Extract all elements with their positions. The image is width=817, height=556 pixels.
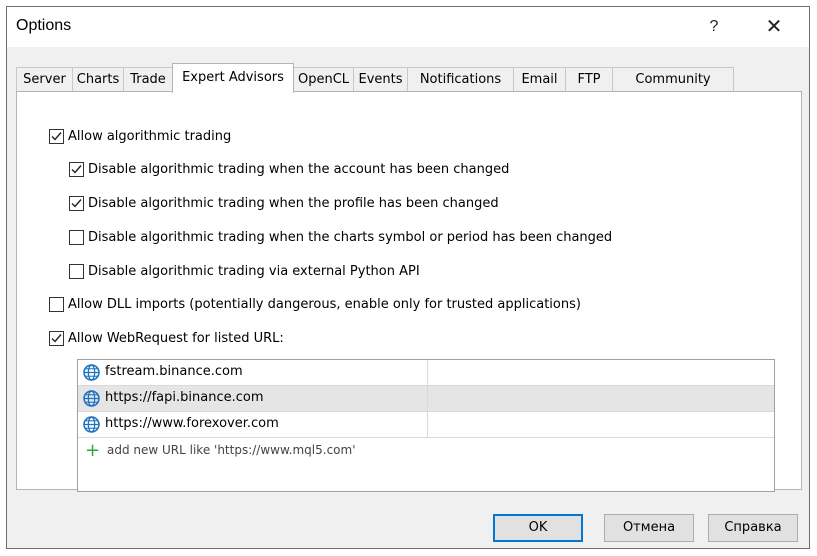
window-title: Options	[16, 17, 72, 34]
ok-button[interactable]: OK	[493, 514, 583, 542]
disable-on-profile-change-checkbox[interactable]	[69, 195, 84, 211]
url-list-item[interactable]: https://fapi.binance.com	[78, 386, 774, 412]
tab-server[interactable]: Server	[16, 67, 73, 91]
webrequest-url-list[interactable]: fstream.binance.com https://fapi.binance…	[77, 359, 775, 492]
allow-dll-imports-option[interactable]: Allow DLL imports (potentially dangerous…	[49, 294, 581, 314]
help-button[interactable]: Справка	[708, 514, 798, 542]
disable-on-profile-change-option[interactable]: Disable algorithmic trading when the pro…	[69, 193, 499, 213]
column-divider	[427, 360, 428, 385]
tab-charts[interactable]: Charts	[72, 67, 124, 91]
url-list-item[interactable]: https://www.forexover.com	[78, 412, 774, 438]
disable-on-profile-change-label: Disable algorithmic trading when the pro…	[88, 195, 499, 211]
disable-on-account-change-label: Disable algorithmic trading when the acc…	[88, 161, 510, 177]
allow-webrequest-checkbox[interactable]	[49, 330, 64, 346]
checkmark-icon	[71, 164, 82, 174]
tab-expert-advisors[interactable]: Expert Advisors	[172, 63, 294, 93]
cancel-button[interactable]: Отмена	[604, 514, 694, 542]
tab-community[interactable]: Community	[612, 67, 734, 91]
checkmark-icon	[51, 333, 62, 343]
allow-dll-imports-label: Allow DLL imports (potentially dangerous…	[68, 296, 581, 312]
globe-icon	[83, 416, 100, 433]
disable-python-api-checkbox[interactable]	[69, 263, 84, 279]
allow-algo-trading-checkbox[interactable]	[49, 128, 64, 144]
add-url-row[interactable]: + add new URL like 'https://www.mql5.com…	[78, 439, 774, 463]
allow-algo-trading-option[interactable]: Allow algorithmic trading	[49, 126, 231, 146]
allow-webrequest-option[interactable]: Allow WebRequest for listed URL:	[49, 328, 284, 348]
url-text: https://fapi.binance.com	[105, 390, 264, 405]
url-text: fstream.binance.com	[105, 364, 243, 379]
disable-on-symbol-change-option[interactable]: Disable algorithmic trading when the cha…	[69, 227, 612, 247]
tab-opencl[interactable]: OpenCL	[293, 67, 354, 91]
column-divider	[427, 412, 428, 437]
tab-trade[interactable]: Trade	[123, 67, 173, 91]
allow-webrequest-label: Allow WebRequest for listed URL:	[68, 330, 284, 346]
disable-python-api-label: Disable algorithmic trading via external…	[88, 263, 420, 279]
options-dialog: Options ? ✕ Server Charts Trade Expert A…	[6, 6, 810, 549]
disable-on-account-change-option[interactable]: Disable algorithmic trading when the acc…	[69, 159, 509, 179]
allow-algo-trading-label: Allow algorithmic trading	[68, 128, 232, 144]
expert-advisors-panel: Allow algorithmic trading Disable algori…	[16, 91, 802, 492]
tab-email[interactable]: Email	[513, 67, 566, 91]
tab-ftp[interactable]: FTP	[565, 67, 613, 91]
close-icon[interactable]: ✕	[751, 7, 797, 47]
add-url-hint: add new URL like 'https://www.mql5.com'	[107, 443, 356, 457]
checkmark-icon	[51, 131, 62, 141]
url-list-item[interactable]: fstream.binance.com	[78, 360, 774, 386]
checkmark-icon	[71, 198, 82, 208]
globe-icon	[83, 390, 100, 407]
tab-notifications[interactable]: Notifications	[407, 67, 514, 91]
tab-events[interactable]: Events	[353, 67, 408, 91]
help-icon[interactable]: ?	[691, 7, 737, 47]
disable-on-symbol-change-checkbox[interactable]	[69, 229, 84, 245]
column-divider	[427, 386, 428, 411]
globe-icon	[83, 364, 100, 381]
title-bar[interactable]: Options ? ✕	[7, 7, 809, 47]
disable-on-account-change-checkbox[interactable]	[69, 161, 84, 177]
disable-on-symbol-change-label: Disable algorithmic trading when the cha…	[88, 229, 613, 245]
disable-python-api-option[interactable]: Disable algorithmic trading via external…	[69, 261, 420, 281]
url-text: https://www.forexover.com	[105, 416, 279, 431]
plus-icon: +	[85, 440, 101, 461]
allow-dll-imports-checkbox[interactable]	[49, 296, 64, 312]
